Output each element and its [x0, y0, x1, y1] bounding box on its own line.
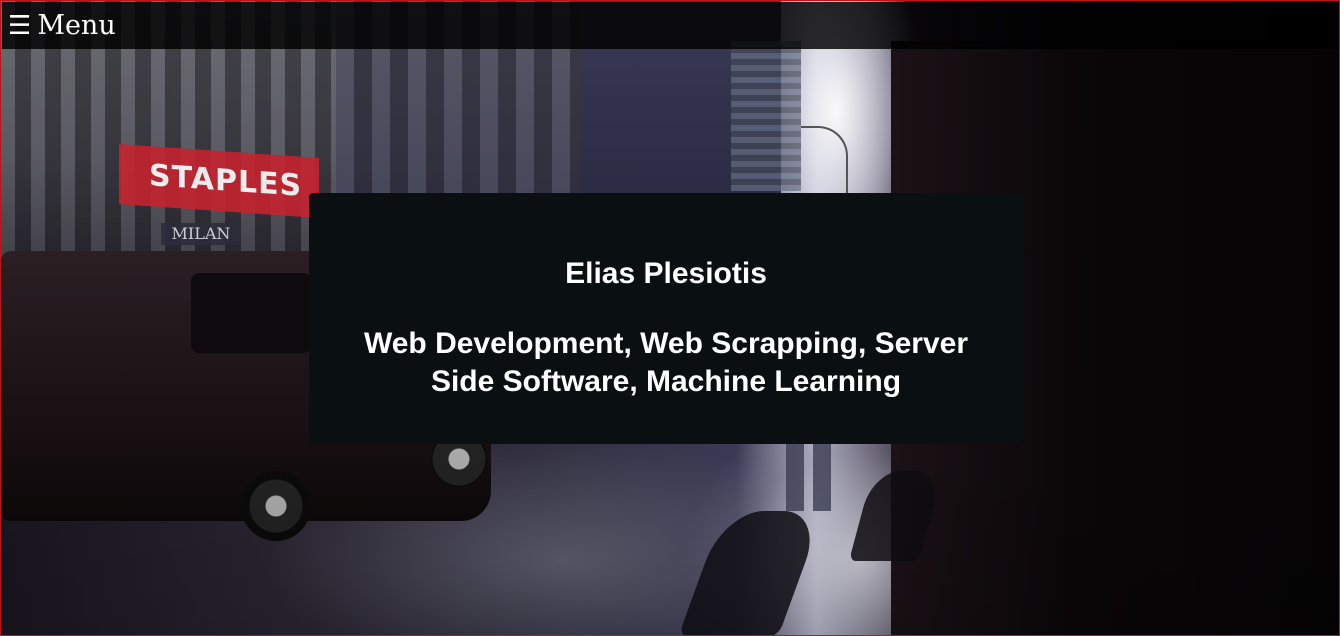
street-lamp [801, 126, 848, 198]
van-window [191, 273, 311, 353]
menu-label: Menu [37, 10, 116, 41]
store-sign-secondary: MILAN [161, 223, 241, 245]
menu-toggle-button[interactable]: ☰ Menu [8, 6, 116, 46]
sidewalk [1, 441, 1339, 635]
intro-card: Elias Plesiotis Web Development, Web Scr… [309, 193, 1023, 444]
intro-tagline: Web Development, Web Scrapping, Server S… [363, 327, 969, 398]
building-tower [731, 41, 801, 191]
pedestrian-legs [786, 441, 831, 511]
intro-name: Elias Plesiotis [565, 257, 767, 290]
top-menu-bar: ☰ Menu [2, 2, 1339, 49]
hamburger-icon: ☰ [8, 11, 32, 41]
page: STAPLES MILAN ☰ Menu Elias Plesiotis Web… [0, 0, 1340, 636]
